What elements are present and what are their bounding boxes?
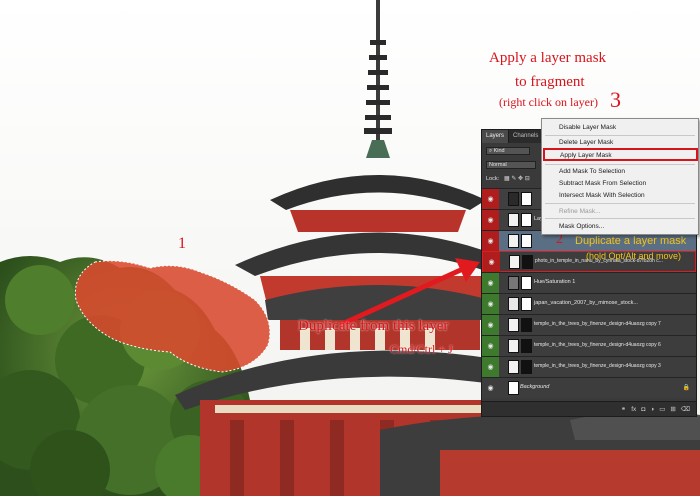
layer-row[interactable]: ◉ Hue/Saturation 1	[482, 272, 696, 293]
lock-icons[interactable]: ▦ ✎ ✥ ⊟	[504, 175, 530, 182]
fx-icon[interactable]: fx	[631, 406, 636, 413]
layer-thumbnail	[508, 318, 519, 332]
link-layers-icon[interactable]: ⚭	[621, 405, 626, 413]
menu-item-add-mask-to-selection[interactable]: Add Mask To Selection	[559, 168, 625, 175]
visibility-eye-icon[interactable]: ◉	[482, 378, 499, 398]
mask-thumbnail	[521, 318, 532, 332]
visibility-eye-icon[interactable]: ◉	[482, 231, 499, 251]
layer-thumbnail	[508, 234, 519, 248]
tab-channels[interactable]: Channels	[509, 130, 544, 143]
menu-separator	[545, 203, 695, 204]
step1-number: 1	[178, 235, 186, 252]
add-mask-icon[interactable]: ◘	[641, 406, 645, 413]
layer-name: temple_in_the_trees_by_finenze_design-d4…	[534, 321, 661, 327]
visibility-eye-icon[interactable]: ◉	[482, 189, 499, 209]
menu-item-refine-mask: Refine Mask...	[559, 208, 601, 215]
layer-name: Hue/Saturation 1	[534, 279, 576, 285]
step3-title: Apply a layer mask	[489, 50, 607, 66]
layer-name: Background	[520, 384, 550, 390]
step3-hint: (right click on layer)	[499, 95, 598, 109]
step3-subtitle: to fragment	[515, 74, 585, 90]
blend-mode-value: Normal	[489, 162, 507, 168]
menu-item-apply-layer-mask-label: Apply Layer Mask	[560, 152, 612, 159]
layer-thumbnail	[508, 192, 519, 206]
menu-item-disable-layer-mask[interactable]: Disable Layer Mask	[559, 124, 616, 131]
layer-name: temple_in_the_trees_by_finenze_design-d4…	[534, 363, 661, 369]
layer-mask-context-menu: Disable Layer Mask Delete Layer Mask App…	[541, 118, 699, 235]
mask-thumbnail	[521, 192, 532, 206]
duplicate-shortcut: Cmd/Ctrl + J	[390, 342, 453, 356]
panel-bottom-toolbar: ⚭ fx ◘ ◑ ▭ ⊞ ⌫	[482, 401, 696, 416]
lock-icon: 🔒	[682, 385, 690, 391]
layer-thumbnail	[509, 255, 520, 269]
menu-item-intersect-mask-with-selection[interactable]: Intersect Mask With Selection	[559, 192, 645, 199]
mask-thumbnail	[521, 234, 532, 248]
layer-name: japan_vacation_2007_by_mimose_stock...	[534, 300, 638, 306]
menu-item-delete-layer-mask[interactable]: Delete Layer Mask	[559, 139, 613, 146]
new-layer-icon[interactable]: ⊞	[670, 405, 675, 413]
mask-thumbnail	[521, 297, 532, 311]
trash-icon[interactable]: ⌫	[681, 405, 690, 413]
layer-thumbnail	[508, 297, 519, 311]
menu-separator	[545, 135, 695, 136]
menu-item-apply-layer-mask[interactable]: Apply Layer Mask	[543, 148, 698, 161]
layer-row[interactable]: ◉ temple_in_the_trees_by_finenze_design-…	[482, 335, 696, 356]
duplicate-layer-hint: Duplicate from this layer	[298, 318, 449, 334]
layer-name: temple_in_the_trees_by_finenze_design-d4…	[534, 342, 661, 348]
visibility-eye-icon[interactable]: ◉	[482, 336, 499, 356]
visibility-eye-icon[interactable]: ◉	[482, 294, 499, 314]
mask-thumbnail	[521, 339, 532, 353]
visibility-eye-icon[interactable]: ◉	[482, 357, 499, 377]
step3-number: 3	[610, 87, 621, 112]
mask-thumbnail	[521, 360, 532, 374]
adjustment-layer-icon[interactable]: ◑	[650, 406, 654, 413]
filter-kind-label: Kind	[493, 148, 505, 154]
filter-kind-select[interactable]: ⌕ Kind	[486, 147, 530, 155]
adjustment-icon	[508, 276, 519, 290]
tab-layers[interactable]: Layers	[482, 130, 510, 143]
menu-separator	[545, 164, 695, 165]
mask-thumbnail	[522, 255, 533, 269]
visibility-eye-icon[interactable]: ◉	[482, 210, 499, 230]
layer-thumbnail	[508, 213, 519, 227]
menu-item-mask-options[interactable]: Mask Options...	[559, 223, 604, 230]
lock-label: Lock:	[486, 176, 500, 182]
mask-thumbnail	[521, 213, 532, 227]
visibility-eye-icon[interactable]: ◉	[483, 252, 500, 272]
visibility-eye-icon[interactable]: ◉	[482, 315, 499, 335]
layer-row[interactable]: ◉ temple_in_the_trees_by_finenze_design-…	[482, 314, 696, 335]
menu-item-subtract-mask-from-selection[interactable]: Subtract Mask From Selection	[559, 180, 646, 187]
layer-thumbnail	[508, 381, 519, 395]
layer-thumbnail	[508, 360, 519, 374]
menu-separator	[545, 218, 695, 219]
blend-mode-select[interactable]: Normal	[486, 161, 536, 169]
visibility-eye-icon[interactable]: ◉	[482, 273, 499, 293]
step2-title: Duplicate a layer mask	[575, 235, 687, 247]
layer-row[interactable]: ◉ japan_vacation_2007_by_mimose_stock...	[482, 293, 696, 314]
mask-thumbnail	[521, 276, 532, 290]
group-icon[interactable]: ▭	[659, 405, 665, 413]
layer-row[interactable]: ◉ Background 🔒	[482, 377, 696, 398]
layer-thumbnail	[508, 339, 519, 353]
step2-hint: (hold Opt/Alt and move)	[586, 251, 682, 261]
layer-row[interactable]: ◉ temple_in_the_trees_by_finenze_design-…	[482, 356, 696, 377]
